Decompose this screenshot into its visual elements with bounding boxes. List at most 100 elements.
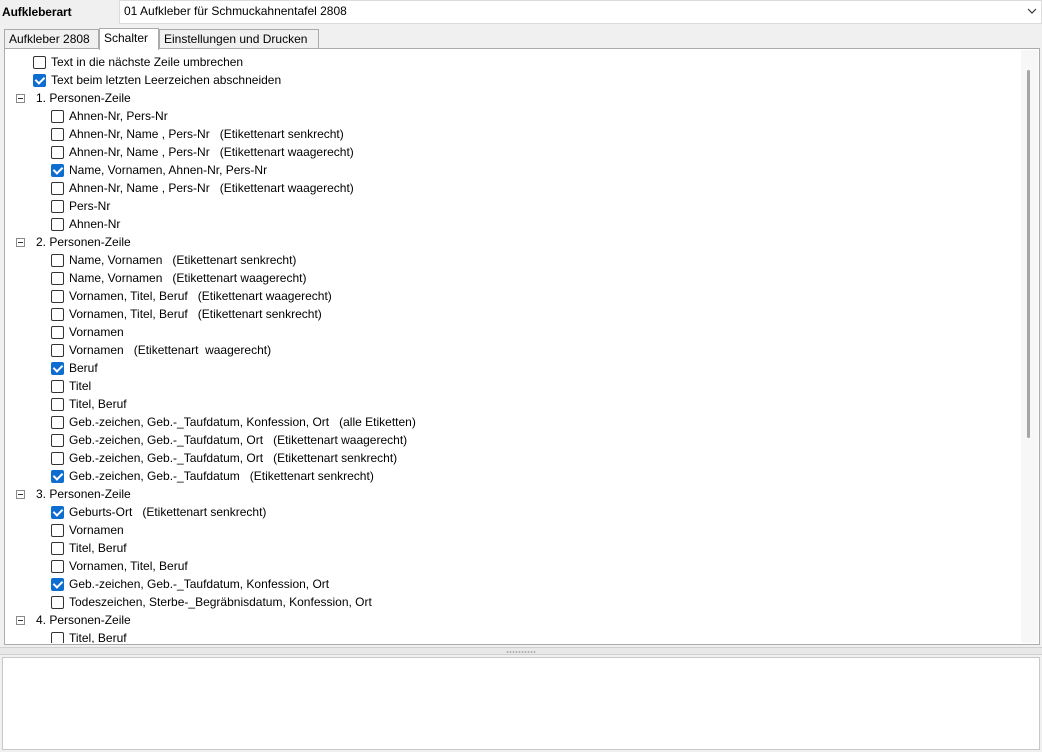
tree-item[interactable]: Vornamen, Titel, Beruf (Etikettenart sen… (6, 305, 1016, 323)
tree-item[interactable]: Name, Vornamen, Ahnen-Nr, Pers-Nr (6, 161, 1016, 179)
tree-item-label: Titel, Beruf (69, 631, 127, 643)
header-bar: Aufkleberart 01 Aufkleber für Schmuckahn… (0, 0, 1042, 26)
tree-item[interactable]: Titel (6, 377, 1016, 395)
checkbox[interactable] (51, 200, 64, 213)
tree-item-label: Ahnen-Nr, Name , Pers-Nr (Etikettenart s… (69, 127, 344, 141)
tree-item[interactable]: Beruf (6, 359, 1016, 377)
checkbox[interactable] (33, 56, 46, 69)
tree-item-label: Vornamen (69, 325, 124, 339)
tree-item-label: Text beim letzten Leerzeichen abschneide… (51, 73, 282, 87)
tree-group[interactable]: 2. Personen-Zeile (6, 233, 1016, 251)
checkbox[interactable] (51, 128, 64, 141)
checkbox[interactable] (51, 632, 64, 643)
checkbox-checked[interactable] (51, 362, 64, 375)
tree-item[interactable]: Ahnen-Nr, Name , Pers-Nr (Etikettenart w… (6, 179, 1016, 197)
checkbox[interactable] (51, 326, 64, 339)
tree-group[interactable]: 3. Personen-Zeile (6, 485, 1016, 503)
checkbox-checked[interactable] (33, 74, 46, 87)
checkbox[interactable] (51, 398, 64, 411)
tree-item[interactable]: Name, Vornamen (Etikettenart waagerecht) (6, 269, 1016, 287)
tree-item-label: Titel, Beruf (69, 397, 127, 411)
tree-item-label: Todeszeichen, Sterbe-_Begräbnisdatum, Ko… (69, 595, 372, 609)
tree-item[interactable]: Titel, Beruf (6, 629, 1016, 643)
option-item[interactable]: Text in die nächste Zeile umbrechen (6, 53, 1016, 71)
tree-item-label: Name, Vornamen, Ahnen-Nr, Pers-Nr (69, 163, 268, 177)
tree-item[interactable]: Geburts-Ort (Etikettenart senkrecht) (6, 503, 1016, 521)
checkbox[interactable] (51, 182, 64, 195)
tab-aufkleber-2808[interactable]: Aufkleber 2808 (4, 29, 99, 49)
checkbox-checked[interactable] (51, 578, 64, 591)
tree-group[interactable]: 4. Personen-Zeile (6, 611, 1016, 629)
checkbox[interactable] (51, 416, 64, 429)
tree-item[interactable]: Geb.-zeichen, Geb.-_Taufdatum, Konfessio… (6, 575, 1016, 593)
tree-group[interactable]: 1. Personen-Zeile (6, 89, 1016, 107)
checkbox[interactable] (51, 344, 64, 357)
tree-item[interactable]: Ahnen-Nr (6, 215, 1016, 233)
collapse-minus-icon[interactable] (16, 238, 25, 247)
tab-einstellungen-und-drucken[interactable]: Einstellungen und Drucken (159, 29, 319, 49)
tree-item[interactable]: Ahnen-Nr, Pers-Nr (6, 107, 1016, 125)
tab-schalter[interactable]: Schalter (99, 28, 159, 50)
checkbox-checked[interactable] (51, 470, 64, 483)
tree-item[interactable]: Vornamen, Titel, Beruf (6, 557, 1016, 575)
checkbox[interactable] (51, 434, 64, 447)
tree-item-label: Ahnen-Nr, Pers-Nr (69, 109, 168, 123)
option-item[interactable]: Text beim letzten Leerzeichen abschneide… (6, 71, 1016, 89)
tree-group-label: 2. Personen-Zeile (36, 235, 131, 249)
collapse-minus-icon[interactable] (16, 94, 25, 103)
checkbox[interactable] (51, 560, 64, 573)
tree-item[interactable]: Vornamen (Etikettenart waagerecht) (6, 341, 1016, 359)
tree-item[interactable]: Geb.-zeichen, Geb.-_Taufdatum (Etiketten… (6, 467, 1016, 485)
tree-item[interactable]: Name, Vornamen (Etikettenart senkrecht) (6, 251, 1016, 269)
tree-item-label: Ahnen-Nr (69, 217, 121, 231)
tree-item[interactable]: Geb.-zeichen, Geb.-_Taufdatum, Ort (Etik… (6, 449, 1016, 467)
tree-item[interactable]: Ahnen-Nr, Name , Pers-Nr (Etikettenart w… (6, 143, 1016, 161)
checkbox[interactable] (51, 596, 64, 609)
tree-item[interactable]: Vornamen (6, 521, 1016, 539)
checkbox[interactable] (51, 254, 64, 267)
tree-item[interactable]: Geb.-zeichen, Geb.-_Taufdatum, Ort (Etik… (6, 431, 1016, 449)
aufkleberart-select[interactable]: 01 Aufkleber für Schmuckahnentafel 2808 (119, 0, 1042, 24)
option-tree: Text in die nächste Zeile umbrechen Text … (6, 50, 1021, 643)
collapse-minus-icon[interactable] (16, 490, 25, 499)
tree-item[interactable]: Vornamen (6, 323, 1016, 341)
checkbox-checked[interactable] (51, 506, 64, 519)
checkbox[interactable] (51, 146, 64, 159)
tree-item-label: Titel, Beruf (69, 541, 127, 555)
tree-item-label: Vornamen (69, 523, 124, 537)
tree-item[interactable]: Todeszeichen, Sterbe-_Begräbnisdatum, Ko… (6, 593, 1016, 611)
checkbox[interactable] (51, 218, 64, 231)
checkbox-checked[interactable] (51, 164, 64, 177)
tree-item-label: Geb.-zeichen, Geb.-_Taufdatum (Etiketten… (69, 469, 374, 483)
panel-splitter[interactable] (0, 647, 1042, 655)
chevron-down-icon[interactable] (1027, 6, 1037, 16)
tree-item[interactable]: Ahnen-Nr, Name , Pers-Nr (Etikettenart s… (6, 125, 1016, 143)
tree-item-label: Geb.-zeichen, Geb.-_Taufdatum, Ort (Etik… (69, 433, 408, 447)
tree-item[interactable]: Vornamen, Titel, Beruf (Etikettenart waa… (6, 287, 1016, 305)
tree-item-label: Text in die nächste Zeile umbrechen (51, 55, 244, 69)
aufkleberart-label: Aufkleberart (2, 5, 72, 19)
tree-item[interactable]: Titel, Beruf (6, 539, 1016, 557)
checkbox[interactable] (51, 110, 64, 123)
checkbox[interactable] (51, 380, 64, 393)
checkbox[interactable] (51, 272, 64, 285)
checkbox[interactable] (51, 308, 64, 321)
aufkleberart-select-value: 01 Aufkleber für Schmuckahnentafel 2808 (124, 4, 347, 18)
checkbox[interactable] (51, 452, 64, 465)
tree-item-label: Beruf (69, 361, 98, 375)
tree-item-label: Titel (69, 379, 92, 393)
vertical-scrollbar[interactable] (1021, 50, 1038, 643)
tree-item[interactable]: Geb.-zeichen, Geb.-_Taufdatum, Konfessio… (6, 413, 1016, 431)
tree-item-label: Geburts-Ort (Etikettenart senkrecht) (69, 505, 267, 519)
checkbox[interactable] (51, 290, 64, 303)
checkbox[interactable] (51, 524, 64, 537)
tree-item[interactable]: Titel, Beruf (6, 395, 1016, 413)
tree-item-label: Geb.-zeichen, Geb.-_Taufdatum, Konfessio… (69, 415, 416, 429)
collapse-minus-icon[interactable] (16, 616, 25, 625)
schalter-panel: Text in die nächste Zeile umbrechen Text … (4, 48, 1040, 645)
description-box (2, 657, 1040, 750)
checkbox[interactable] (51, 542, 64, 555)
scrollbar-thumb[interactable] (1027, 70, 1030, 438)
tree-item[interactable]: Pers-Nr (6, 197, 1016, 215)
tree-group-label: 4. Personen-Zeile (36, 613, 131, 627)
